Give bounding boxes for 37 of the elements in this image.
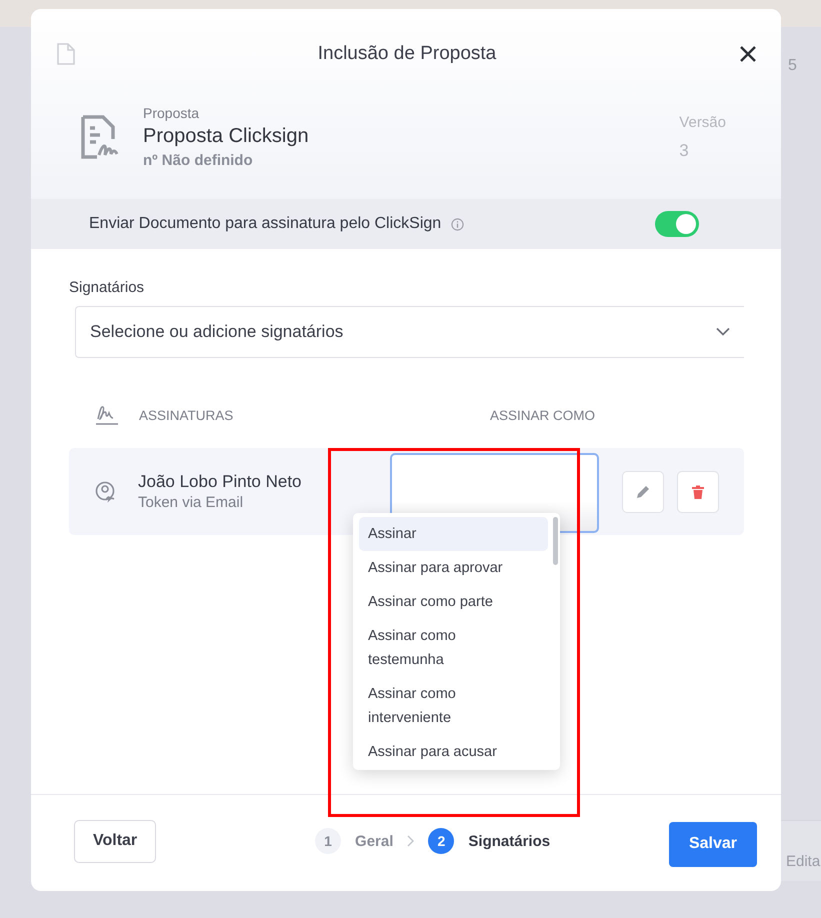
- signers-select[interactable]: Selecione ou adicione signatários: [75, 306, 744, 358]
- dropdown-option[interactable]: Assinar como interveniente: [359, 677, 548, 735]
- scrollbar-thumb[interactable]: [553, 517, 558, 565]
- count-text: 5: [788, 57, 797, 75]
- document-label: Proposta: [143, 105, 200, 121]
- signer-method: Token via Email: [138, 494, 244, 511]
- delete-button[interactable]: [677, 470, 719, 512]
- dropdown-option[interactable]: Assinar como testemunha: [359, 619, 548, 677]
- save-button[interactable]: Salvar: [668, 822, 757, 866]
- document-number: nº Não definido: [143, 152, 254, 169]
- signers-label: Signatários: [69, 279, 146, 296]
- close-button[interactable]: [738, 45, 757, 63]
- step-tab[interactable]: 2 Signatários: [428, 828, 550, 854]
- document-icon: [57, 43, 75, 65]
- pencil-icon: [635, 484, 651, 500]
- version-label: Versão: [679, 114, 726, 130]
- trash-icon: [690, 484, 706, 500]
- signature-icon: [95, 404, 119, 426]
- dropdown-option[interactable]: Assinar: [359, 517, 548, 551]
- chevron-down-icon: [716, 327, 730, 336]
- signer-name: João Lobo Pinto Neto: [138, 472, 303, 492]
- document-name: Proposta Clicksign: [143, 125, 310, 148]
- edit-button[interactable]: [622, 470, 664, 512]
- dialog-title: Inclusão de Proposta: [318, 43, 496, 65]
- dropdown-option[interactable]: Assinar como parte: [359, 585, 548, 619]
- version-number: 3: [679, 140, 690, 160]
- dropdown-option[interactable]: Assinar para acusar: [359, 735, 548, 769]
- column-header: ASSINATURAS: [139, 408, 234, 422]
- clicksign-label: Enviar Documento para assinatura pelo ClickSign: [89, 215, 442, 233]
- chevron-right-icon: [407, 835, 414, 847]
- clicksign-toggle[interactable]: [655, 211, 699, 237]
- signed-document-icon: [81, 115, 121, 159]
- dropdown-option[interactable]: Assinar para aprovar: [359, 551, 548, 585]
- column-header: ASSINAR COMO: [490, 408, 596, 422]
- info-icon[interactable]: [451, 218, 464, 230]
- back-button[interactable]: Voltar: [74, 820, 156, 862]
- user-signature-icon: [95, 480, 117, 502]
